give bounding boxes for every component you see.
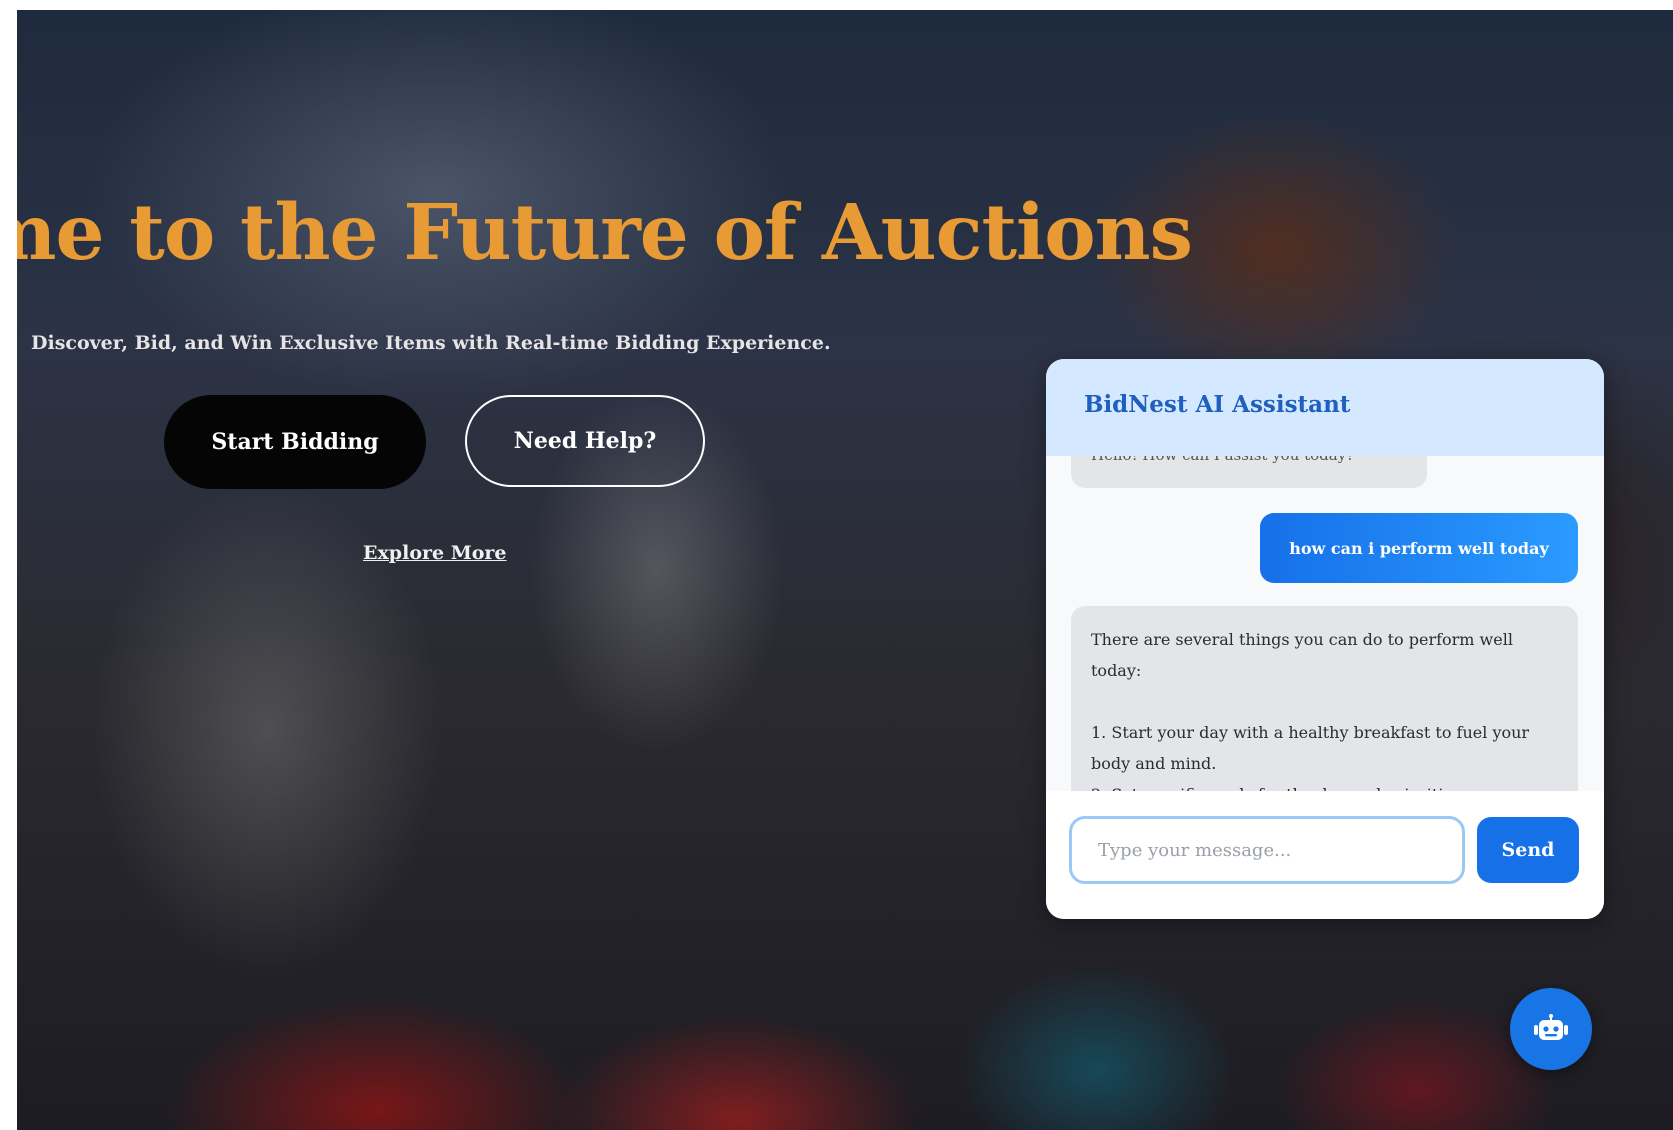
bot-message: There are several things you can do to p… — [1071, 606, 1578, 791]
chat-panel: BidNest AI Assistant Hello! How can I as… — [1046, 359, 1604, 919]
chat-toggle-button[interactable] — [1510, 988, 1592, 1070]
send-button[interactable]: Send — [1477, 817, 1579, 883]
chat-header: BidNest AI Assistant — [1046, 359, 1604, 456]
chat-input-row: Send — [1046, 791, 1604, 919]
robot-icon — [1534, 1014, 1568, 1040]
bot-message: Hello! How can I assist you today? — [1071, 456, 1427, 488]
need-help-button[interactable]: Need Help? — [465, 395, 705, 487]
hero-title: me to the Future of Auctions — [17, 188, 1193, 278]
user-message: how can i perform well today — [1260, 513, 1578, 583]
explore-more-link[interactable]: Explore More — [363, 542, 507, 564]
chat-messages[interactable]: Hello! How can I assist you today? how c… — [1046, 456, 1604, 791]
bot-message-text: There are several things you can do to p… — [1091, 630, 1530, 791]
chat-message-input[interactable] — [1069, 816, 1465, 884]
bot-message-text: Hello! How can I assist you today? — [1091, 456, 1354, 464]
hero-subtitle: Discover, Bid, and Win Exclusive Items w… — [31, 332, 831, 354]
chat-title: BidNest AI Assistant — [1084, 391, 1351, 418]
start-bidding-button[interactable]: Start Bidding — [164, 395, 426, 489]
